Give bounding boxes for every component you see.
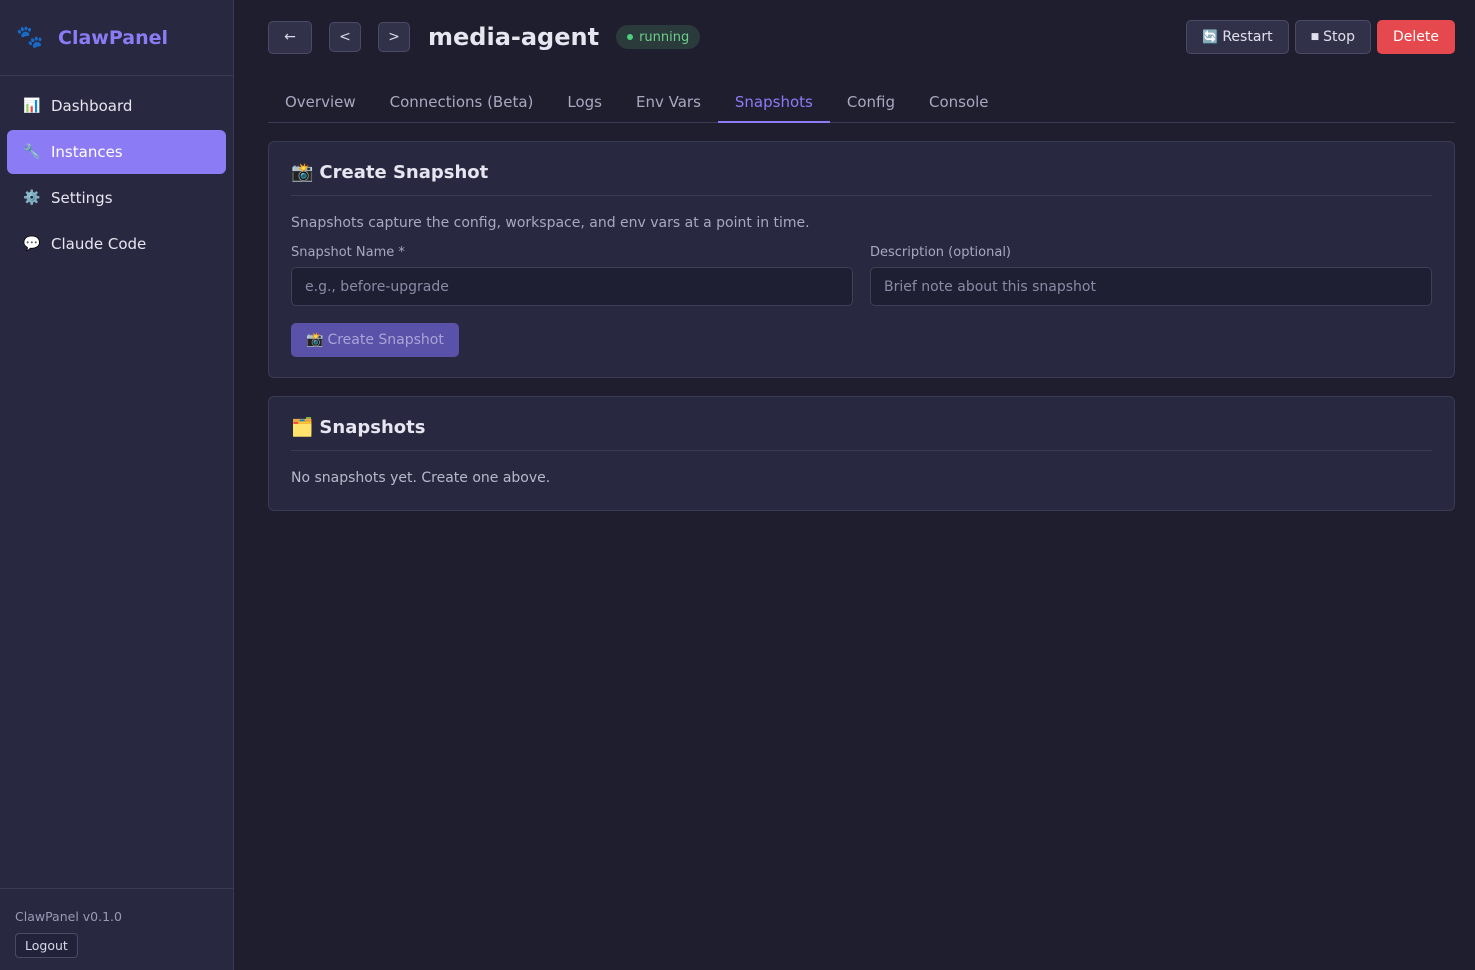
status-dot-icon — [627, 34, 634, 40]
stop-button[interactable]: ■ Stop — [1294, 20, 1371, 54]
logout-button[interactable]: Logout — [15, 933, 78, 958]
sidebar-nav: 📊 Dashboard 🔧 Instances ⚙️ Settings 💬 Cl… — [0, 76, 233, 274]
tab-env-vars[interactable]: Env Vars — [619, 82, 718, 122]
restart-button[interactable]: 🔄 Restart — [1186, 20, 1289, 54]
wrench-icon: 🔧 — [23, 144, 41, 160]
snapshot-description-label: Description (optional) — [870, 245, 1012, 260]
speech-bubble-icon: 💬 — [23, 236, 41, 252]
sidebar-footer: ClawPanel v0.1.0 Logout — [0, 888, 233, 970]
create-snapshot-title: Create Snapshot — [319, 162, 489, 183]
snapshots-heading: 🗂️ Snapshots — [291, 417, 1432, 451]
tab-logs[interactable]: Logs — [550, 82, 619, 122]
tab-bar: Overview Connections (Beta) Logs Env Var… — [268, 82, 1455, 123]
snapshot-name-input[interactable] — [291, 267, 853, 306]
sidebar-item-label: Instances — [51, 143, 123, 161]
status-text: running — [639, 29, 690, 45]
header-actions: 🔄 Restart ■ Stop Delete — [1186, 20, 1455, 54]
camera-icon: 📸 — [306, 332, 324, 348]
tab-overview[interactable]: Overview — [268, 82, 373, 122]
create-snapshot-button[interactable]: 📸 Create Snapshot — [291, 323, 459, 357]
stop-label: Stop — [1323, 29, 1355, 45]
create-snapshot-button-label: Create Snapshot — [327, 332, 444, 348]
create-snapshot-heading: 📸 Create Snapshot — [291, 162, 1432, 196]
tab-snapshots[interactable]: Snapshots — [717, 82, 830, 123]
brand[interactable]: 🐾 ClawPanel — [0, 0, 233, 76]
create-snapshot-card: 📸 Create Snapshot Snapshots capture the … — [268, 141, 1455, 378]
sidebar-item-label: Claude Code — [51, 235, 147, 253]
sidebar-item-label: Settings — [51, 189, 113, 207]
main-content: ← < > media-agent running 🔄 Restart ■ St… — [234, 0, 1475, 970]
restart-label: Restart — [1222, 29, 1273, 45]
bar-chart-icon: 📊 — [23, 98, 41, 114]
app-root: 🐾 ClawPanel 📊 Dashboard 🔧 Instances ⚙️ S… — [0, 0, 1475, 970]
tab-config[interactable]: Config — [830, 82, 912, 122]
previous-instance-button[interactable]: < — [329, 22, 361, 52]
sidebar-item-settings[interactable]: ⚙️ Settings — [7, 176, 226, 220]
sidebar-item-claude-code[interactable]: 💬 Claude Code — [7, 222, 226, 266]
instance-header: ← < > media-agent running 🔄 Restart ■ St… — [268, 20, 1455, 54]
status-badge: running — [616, 25, 701, 49]
snapshots-empty-text: No snapshots yet. Create one above. — [291, 470, 551, 486]
version-label: ClawPanel v0.1.0 — [15, 909, 122, 924]
snapshot-name-group: Snapshot Name * — [291, 245, 853, 306]
tab-connections[interactable]: Connections (Beta) — [373, 82, 551, 122]
next-instance-button[interactable]: > — [378, 22, 410, 52]
stop-square-icon: ■ — [1310, 32, 1320, 42]
tab-console[interactable]: Console — [912, 82, 1006, 122]
delete-button[interactable]: Delete — [1377, 20, 1455, 54]
paw-icon: 🐾 — [16, 25, 44, 50]
page-title: media-agent — [428, 23, 600, 51]
snapshot-form-row: Snapshot Name * Description (optional) — [291, 245, 1432, 306]
gear-icon: ⚙️ — [23, 190, 41, 206]
snapshots-list-card: 🗂️ Snapshots No snapshots yet. Create on… — [268, 396, 1455, 511]
snapshot-description-group: Description (optional) — [870, 245, 1432, 306]
restart-icon: 🔄 — [1202, 29, 1219, 45]
create-snapshot-description: Snapshots capture the config, workspace,… — [291, 215, 810, 231]
sidebar-item-dashboard[interactable]: 📊 Dashboard — [7, 84, 226, 128]
snapshot-description-input[interactable] — [870, 267, 1432, 306]
sidebar-item-label: Dashboard — [51, 97, 133, 115]
sidebar: 🐾 ClawPanel 📊 Dashboard 🔧 Instances ⚙️ S… — [0, 0, 234, 970]
camera-icon: 📸 — [291, 162, 314, 183]
snapshot-name-label: Snapshot Name * — [291, 245, 405, 260]
back-button[interactable]: ← — [268, 20, 312, 54]
snapshots-title: Snapshots — [319, 417, 426, 438]
sidebar-item-instances[interactable]: 🔧 Instances — [7, 130, 226, 174]
folder-icon: 🗂️ — [291, 417, 314, 438]
brand-title: ClawPanel — [58, 26, 168, 49]
